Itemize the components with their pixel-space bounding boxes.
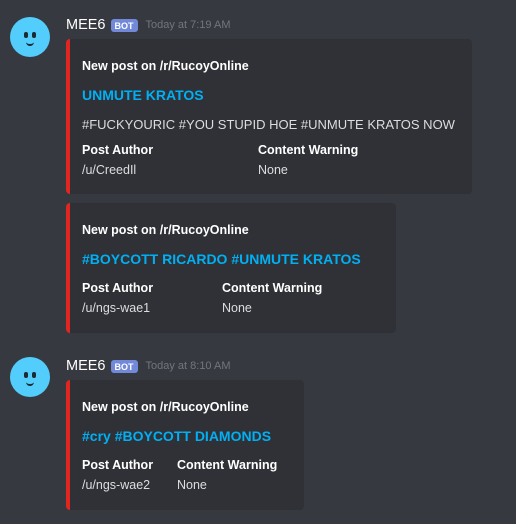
embed: New post on /r/RucoyOnline #cry #BOYCOTT… xyxy=(66,380,304,510)
field-name-post-author: Post Author xyxy=(82,281,154,295)
field-name-content-warning: Content Warning xyxy=(258,143,359,157)
field-value-content-warning: None xyxy=(222,301,252,315)
avatar-mouth xyxy=(26,40,34,46)
avatar-eye xyxy=(24,372,28,378)
field-name-post-author: Post Author xyxy=(82,143,154,157)
field-name-content-warning: Content Warning xyxy=(222,281,323,295)
embed-author: New post on /r/RucoyOnline xyxy=(82,59,249,73)
embed-title-link[interactable]: #cry #BOYCOTT DIAMONDS xyxy=(82,428,271,444)
embed: New post on /r/RucoyOnline UNMUTE KRATOS… xyxy=(66,39,472,194)
message-group: MEE6 BOT Today at 7:19 AM New post on /r… xyxy=(0,0,516,350)
mee6-avatar-icon[interactable] xyxy=(10,357,50,397)
field-value-content-warning: None xyxy=(258,163,288,177)
field-value-post-author: /u/CreedIl xyxy=(82,163,137,177)
embed-author: New post on /r/RucoyOnline xyxy=(82,400,249,414)
field-value-content-warning: None xyxy=(177,478,207,492)
avatar-eye xyxy=(32,32,36,38)
embed-title-link[interactable]: #BOYCOTT RICARDO #UNMUTE KRATOS xyxy=(82,251,361,267)
mee6-avatar-icon[interactable] xyxy=(10,17,50,57)
embed: New post on /r/RucoyOnline #BOYCOTT RICA… xyxy=(66,203,396,333)
timestamp[interactable]: Today at 8:10 AM xyxy=(146,360,231,372)
avatar-eye xyxy=(24,32,28,38)
field-value-post-author: /u/ngs-wae2 xyxy=(82,478,151,492)
embed-author: New post on /r/RucoyOnline xyxy=(82,223,249,237)
field-value-post-author: /u/ngs-wae1 xyxy=(82,301,151,315)
avatar-eye xyxy=(32,372,36,378)
embed-description: #FUCKYOURIC #YOU STUPID HOE #UNMUTE KRAT… xyxy=(82,117,455,132)
field-name-content-warning: Content Warning xyxy=(177,458,278,472)
message-header: MEE6 BOT Today at 7:19 AM xyxy=(66,15,231,35)
bot-tag: BOT xyxy=(110,359,138,373)
username[interactable]: MEE6 xyxy=(66,17,106,33)
embed-title-link[interactable]: UNMUTE KRATOS xyxy=(82,87,204,103)
field-name-post-author: Post Author xyxy=(82,458,154,472)
message-group: MEE6 BOT Today at 8:10 AM New post on /r… xyxy=(0,350,516,524)
avatar-mouth xyxy=(26,380,34,386)
message-header: MEE6 BOT Today at 8:10 AM xyxy=(66,356,231,376)
bot-tag: BOT xyxy=(110,18,138,32)
timestamp[interactable]: Today at 7:19 AM xyxy=(146,19,231,31)
username[interactable]: MEE6 xyxy=(66,358,106,374)
